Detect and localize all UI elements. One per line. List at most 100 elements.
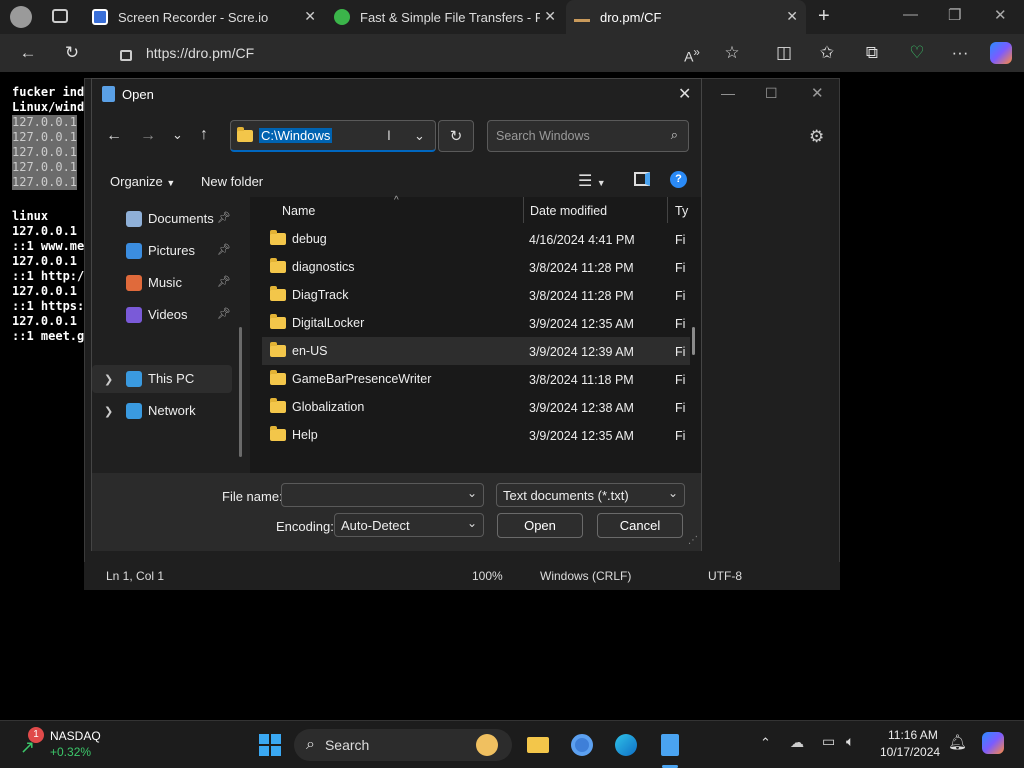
pin-icon[interactable]: 📌︎ xyxy=(217,211,231,224)
expand-chevron-icon[interactable]: ❯ xyxy=(104,373,113,386)
column-header-date[interactable]: Date modified xyxy=(530,197,670,225)
new-folder-button[interactable]: New folder xyxy=(201,174,263,189)
stock-widget[interactable]: ↗ 1 NASDAQ +0.32% xyxy=(18,727,118,763)
lock-icon[interactable] xyxy=(120,49,132,61)
favorites-icon[interactable]: ✩ xyxy=(815,43,839,63)
pin-icon[interactable]: 📌︎ xyxy=(217,307,231,320)
notepad-close-icon[interactable]: ✕ xyxy=(811,84,824,102)
new-tab-icon[interactable]: + xyxy=(818,5,830,28)
notepad-minimize-icon[interactable]: — xyxy=(721,85,735,101)
maximize-icon[interactable]: ❐ xyxy=(948,6,961,24)
tab-dro-pm[interactable]: dro.pm/CF ✕ xyxy=(566,0,806,34)
organize-menu[interactable]: Organize ▼ xyxy=(110,174,175,189)
column-divider[interactable] xyxy=(523,197,524,223)
back-icon[interactable]: ← xyxy=(16,43,40,63)
code-line[interactable]: ::1 www.me xyxy=(12,239,84,254)
code-line[interactable]: 127.0.0.1 xyxy=(12,314,77,329)
code-line[interactable]: fucker ind xyxy=(12,85,84,100)
code-line[interactable]: 127.0.0.1 xyxy=(12,284,77,299)
nav-item-videos[interactable]: Videos 📌︎ xyxy=(92,301,232,329)
nav-item-pictures[interactable]: Pictures 📌︎ xyxy=(92,237,232,265)
collections-icon[interactable]: ⧉ xyxy=(860,43,884,63)
expand-chevron-icon[interactable]: ❯ xyxy=(104,405,113,418)
refresh-button[interactable]: ↻ xyxy=(438,120,474,152)
clock-time[interactable]: 11:16 AM xyxy=(888,728,938,742)
code-line[interactable]: ::1 meet.g xyxy=(12,329,84,344)
close-tab-icon[interactable]: ✕ xyxy=(544,8,556,25)
dialog-close-icon[interactable]: ✕ xyxy=(678,84,691,104)
volume-icon[interactable]: 🔈︎ xyxy=(846,733,854,750)
file-type-select[interactable]: Text documents (*.txt) ⌄ xyxy=(496,483,685,507)
tab-screen-recorder[interactable]: Screen Recorder - Scre.io ✕ xyxy=(84,0,324,34)
nav-item-this-pc[interactable]: ❯ This PC xyxy=(92,365,232,393)
view-list-icon[interactable]: ☰ ▼ xyxy=(578,171,606,191)
notepad-text-content[interactable]: fucker ind Linux/wind 127.0.0.1 127.0.0.1 12… xyxy=(12,85,84,344)
file-row-diagnostics[interactable]: diagnostics 3/8/2024 11:28 PM Fi xyxy=(262,253,690,281)
split-screen-icon[interactable]: ◫ xyxy=(772,43,796,63)
copilot-taskbar-icon[interactable] xyxy=(982,732,1004,754)
current-path[interactable]: C:\Windows xyxy=(259,128,333,143)
file-name-input[interactable]: ⌄ xyxy=(281,483,484,507)
file-row-gamebarpresencewriter[interactable]: GameBarPresenceWriter 3/8/2024 11:18 PM Fi xyxy=(262,365,690,393)
code-line[interactable]: 127.0.0.1 xyxy=(12,115,78,130)
tab-file-transfers[interactable]: Fast & Simple File Transfers - File ✕ xyxy=(326,0,564,34)
preview-pane-icon[interactable] xyxy=(634,172,650,186)
file-name-dropdown-icon[interactable]: ⌄ xyxy=(467,486,477,500)
taskbar-search-box[interactable]: ⌕ Search xyxy=(294,729,512,761)
forward-arrow-icon[interactable]: → xyxy=(140,127,156,145)
file-explorer-icon[interactable] xyxy=(522,729,554,761)
column-header-type[interactable]: Ty xyxy=(675,197,699,225)
notepad-settings-icon[interactable]: ⚙ xyxy=(809,127,824,147)
notepad-maximize-icon[interactable]: ☐ xyxy=(765,85,778,102)
pin-icon[interactable]: 📌︎ xyxy=(217,275,231,288)
code-line[interactable]: 127.0.0.1 xyxy=(12,224,77,239)
file-row-en-us[interactable]: en-US 3/9/2024 12:39 AM Fi xyxy=(262,337,690,365)
browser-essentials-icon[interactable]: ♡ xyxy=(905,43,929,63)
minimize-icon[interactable]: — xyxy=(903,6,918,23)
code-line[interactable]: ::1 https: xyxy=(12,299,84,314)
url-text[interactable]: https://dro.pm/CF xyxy=(146,45,254,61)
resize-grip-icon[interactable]: ⋰ xyxy=(688,535,698,546)
network-status-icon[interactable]: ▭ xyxy=(822,733,835,750)
clock-date[interactable]: 10/17/2024 xyxy=(880,745,940,759)
file-row-digitallocker[interactable]: DigitalLocker 3/9/2024 12:35 AM Fi xyxy=(262,309,690,337)
nav-item-documents[interactable]: Documents 📌︎ xyxy=(92,205,232,233)
file-row-help[interactable]: Help 3/9/2024 12:35 AM Fi xyxy=(262,421,690,449)
search-box[interactable]: Search Windows ⌕ xyxy=(487,120,689,152)
copilot-icon[interactable] xyxy=(990,42,1012,64)
show-hidden-icons-chevron-icon[interactable]: ⌃ xyxy=(760,735,771,751)
code-line[interactable]: 127.0.0.1 xyxy=(12,254,77,269)
address-bar[interactable]: https://dro.pm/CF xyxy=(108,39,768,67)
notepad-taskbar-icon[interactable] xyxy=(654,729,686,761)
code-line[interactable]: Linux/wind xyxy=(12,100,84,115)
file-row-globalization[interactable]: Globalization 3/9/2024 12:38 AM Fi xyxy=(262,393,690,421)
up-arrow-icon[interactable]: ↑ xyxy=(200,126,208,144)
pin-icon[interactable]: 📌︎ xyxy=(217,243,231,256)
read-aloud-icon[interactable]: A» xyxy=(680,43,704,67)
favorite-star-icon[interactable]: ☆ xyxy=(720,43,744,63)
nav-pane-scrollbar[interactable] xyxy=(239,327,242,457)
code-line[interactable]: linux xyxy=(12,209,48,224)
refresh-icon[interactable]: ↻ xyxy=(60,43,84,63)
tab-actions-icon[interactable] xyxy=(52,9,68,23)
code-line[interactable]: 127.0.0.1 xyxy=(12,145,78,160)
code-line[interactable]: 127.0.0.1 xyxy=(12,175,78,190)
path-dropdown-icon[interactable]: ⌄ xyxy=(414,128,425,144)
start-button[interactable] xyxy=(254,729,286,761)
code-line[interactable]: 127.0.0.1 xyxy=(12,160,78,175)
nav-item-music[interactable]: Music 📌︎ xyxy=(92,269,232,297)
help-icon[interactable]: ? xyxy=(670,171,687,188)
file-row-debug[interactable]: debug 4/16/2024 4:41 PM Fi xyxy=(262,225,690,253)
close-window-icon[interactable]: ✕ xyxy=(994,6,1007,24)
nav-item-network[interactable]: ❯ Network xyxy=(92,397,232,425)
address-path-field[interactable]: C:\Windows I xyxy=(230,120,436,152)
column-header-name[interactable]: Name ^ xyxy=(282,195,512,225)
open-button[interactable]: Open xyxy=(497,513,583,538)
code-line[interactable]: ::1 http:/ xyxy=(12,269,84,284)
encoding-select[interactable]: Auto-Detect ⌄ xyxy=(334,513,484,537)
edge-icon[interactable] xyxy=(610,729,642,761)
close-tab-icon[interactable]: ✕ xyxy=(786,8,798,25)
notifications-bell-icon[interactable]: 🔔︎ xyxy=(948,733,967,751)
cancel-button[interactable]: Cancel xyxy=(597,513,683,538)
file-row-diagtrack[interactable]: DiagTrack 3/8/2024 11:28 PM Fi xyxy=(262,281,690,309)
